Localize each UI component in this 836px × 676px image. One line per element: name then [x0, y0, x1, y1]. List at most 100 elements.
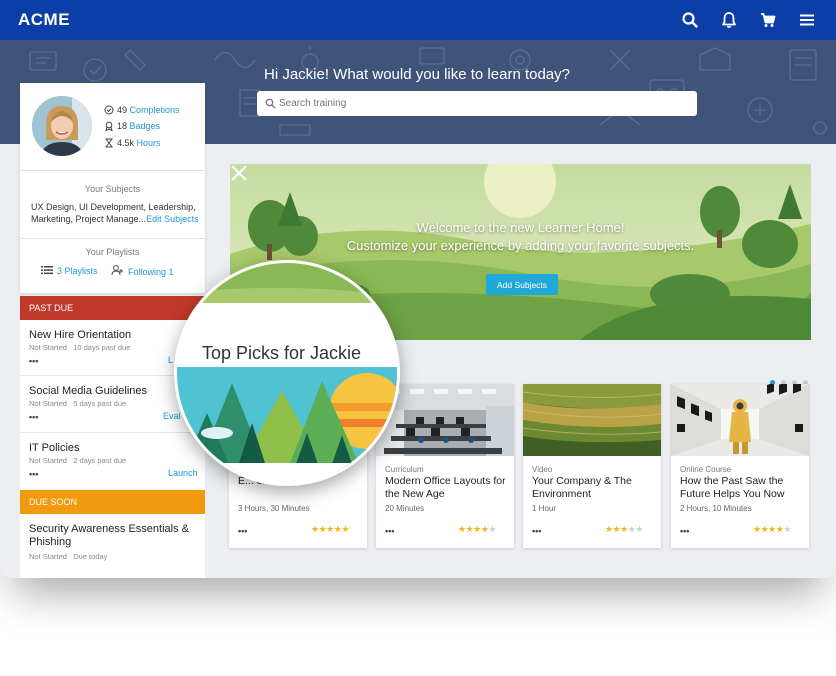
space-corridor-photo	[671, 384, 809, 456]
course-card[interactable]: Online Course How the Past Saw the Futur…	[671, 384, 809, 548]
playlists-link[interactable]: 3 Playlists	[57, 266, 98, 276]
hours-stat: 4.5k Hours	[104, 138, 161, 148]
subjects-title: Your Subjects	[84, 184, 141, 194]
close-icon[interactable]	[230, 164, 248, 182]
course-thumbnail	[523, 384, 661, 456]
task-due: 2 days past due	[73, 456, 127, 465]
top-picks-title: Top Picks for Jackie	[202, 343, 362, 363]
logo[interactable]: ACME	[18, 10, 70, 30]
list-icon	[41, 266, 53, 275]
course-card[interactable]: Video Your Company & The Environment 1 H…	[523, 384, 661, 548]
completions-stat: 49 Completions	[104, 105, 180, 115]
banner-subline: Customize your experience by adding your…	[346, 238, 695, 253]
hours-link[interactable]: Hours	[137, 138, 161, 148]
more-options-icon[interactable]: •••	[680, 526, 689, 536]
playlists-link-wrap[interactable]: 3 Playlists	[41, 265, 98, 276]
course-type: Video	[532, 465, 553, 474]
search-icon[interactable]	[680, 10, 700, 30]
star-icon: ★	[635, 524, 643, 534]
star-icon: ★	[341, 524, 349, 534]
playlists-title: Your Playlists	[85, 247, 140, 257]
star-icon: ★	[605, 524, 613, 534]
more-options-icon[interactable]: •••	[29, 469, 38, 479]
task-due: Due today	[73, 552, 108, 561]
task-title[interactable]: Security Awareness Essentials & Phishing	[29, 523, 194, 549]
star-icon: ★	[458, 524, 466, 534]
star-rating: ★★★★★	[311, 524, 349, 535]
badges-count: 18	[117, 121, 128, 131]
divider	[20, 170, 205, 171]
check-circle-icon	[104, 105, 114, 115]
more-options-icon[interactable]: •••	[238, 526, 247, 536]
follow-user-icon	[111, 265, 123, 276]
task-status: Not Started	[29, 456, 67, 465]
task-title[interactable]: Social Media Guidelines	[29, 385, 147, 397]
course-duration: 20 Minutes	[385, 504, 425, 513]
task-meta: Not Started 2 days past due	[29, 456, 126, 465]
course-duration: 3 Hours, 30 Minutes	[238, 504, 310, 513]
magnifier-callout: Top Picks for Jackie	[174, 260, 400, 486]
task-meta: Not Started 5 days past due	[29, 399, 126, 408]
star-icon: ★	[753, 524, 761, 534]
top-bar: ACME	[0, 0, 836, 40]
avatar-photo	[32, 96, 92, 156]
triangles-illustration	[177, 263, 397, 483]
task-title[interactable]: IT Policies	[29, 442, 80, 454]
following-link-wrap[interactable]: Following 1	[111, 265, 174, 277]
badges-stat: 18 Badges	[104, 121, 161, 132]
hourglass-icon	[105, 138, 113, 148]
menu-icon[interactable]	[797, 10, 817, 30]
task-meta: Not Started 10 days past due	[29, 343, 130, 352]
search-field-icon	[265, 98, 276, 109]
greeting-text: Hi Jackie! What would you like to learn …	[264, 66, 570, 83]
star-icon: ★	[620, 524, 628, 534]
task-title[interactable]: New Hire Orientation	[29, 329, 131, 341]
due-soon-header: DUE SOON	[20, 490, 205, 514]
course-duration: 2 Hours, 10 Minutes	[680, 504, 752, 513]
star-icon: ★	[783, 524, 791, 534]
course-title[interactable]: Modern Office Layouts for the New Age	[385, 475, 509, 501]
star-icon: ★	[311, 524, 319, 534]
badge-icon	[105, 121, 113, 132]
completions-count: 49	[117, 105, 128, 115]
more-options-icon[interactable]: •••	[532, 526, 541, 536]
banner-headline: Welcome to the new Learner Home!	[416, 220, 625, 235]
course-type: Online Course	[680, 465, 732, 474]
star-rating: ★★★★★	[753, 524, 791, 535]
star-icon: ★	[488, 524, 496, 534]
task-launch-button[interactable]: L	[168, 355, 173, 365]
star-icon: ★	[326, 524, 334, 534]
following-link[interactable]: Following 1	[128, 267, 174, 277]
bell-icon[interactable]	[719, 10, 739, 30]
course-title[interactable]: How the Past Saw the Future Helps You No…	[680, 475, 804, 501]
course-thumbnail	[671, 384, 809, 456]
task-meta: Not Started Due today	[29, 552, 107, 561]
badges-link[interactable]: Badges	[130, 121, 161, 131]
divider	[20, 238, 205, 239]
task-status: Not Started	[29, 552, 67, 561]
hours-count: 4.5k	[117, 138, 135, 148]
star-rating: ★★★★★	[605, 524, 643, 535]
fields-photo	[523, 384, 661, 456]
add-subjects-button[interactable]: Add Subjects	[486, 274, 558, 295]
avatar[interactable]	[32, 96, 92, 156]
completions-link[interactable]: Completions	[130, 105, 180, 115]
task-status: Not Started	[29, 399, 67, 408]
more-options-icon[interactable]: •••	[29, 412, 38, 422]
app-window: ACME Hi Jackie! What would you like to l…	[0, 0, 836, 578]
edit-subjects-link[interactable]: Edit Subjects	[146, 214, 199, 224]
more-options-icon[interactable]: •••	[29, 356, 38, 366]
course-duration: 1 Hour	[532, 504, 557, 513]
cart-icon[interactable]	[758, 10, 778, 30]
subjects-list: UX Design, UI Development, Leadership, M…	[31, 201, 199, 225]
task-status: Not Started	[29, 343, 67, 352]
task-due: 10 days past due	[73, 343, 131, 352]
star-icon: ★	[768, 524, 776, 534]
profile-card: 49 Completions 18 Badges 4.5k Hours Your…	[20, 83, 205, 293]
star-icon: ★	[473, 524, 481, 534]
search-input[interactable]	[257, 91, 697, 116]
course-title[interactable]: Your Company & The Environment	[532, 475, 656, 501]
task-due: 5 days past due	[73, 399, 127, 408]
star-rating: ★★★★★	[458, 524, 496, 535]
more-options-icon[interactable]: •••	[385, 526, 394, 536]
